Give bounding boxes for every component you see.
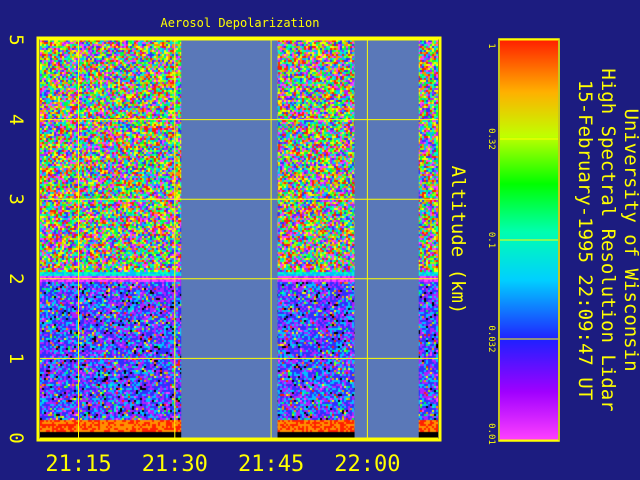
side-title-2: High Spectral Resolution Lidar — [597, 68, 619, 411]
x-tick-label: 21:30 — [142, 452, 208, 477]
colorbar-tick-label: 0.01 — [486, 423, 496, 445]
y-tick-label: 4 — [5, 114, 27, 125]
y-tick-label: 2 — [5, 273, 27, 284]
y-tick-label: 1 — [5, 353, 27, 364]
side-title-line3: 15-February-1995 22:09:47 UT — [574, 80, 596, 400]
colorbar-tick-label: 0.1 — [486, 232, 496, 248]
side-title-line2: High Spectral Resolution Lidar — [597, 68, 619, 411]
side-title-line1: University of Wisconsin — [620, 108, 640, 371]
colorbar-tick-label: 0.32 — [486, 128, 496, 150]
y-axis-ticks: 0 1 2 3 4 5 — [5, 34, 27, 443]
colorbar-tick-label: 0.032 — [486, 325, 496, 352]
side-title-3: 15-February-1995 22:09:47 UT — [574, 80, 596, 400]
x-tick-label: 22:00 — [334, 452, 400, 477]
data-gap — [354, 40, 419, 438]
y-tick-label: 3 — [5, 193, 27, 204]
x-tick-label: 21:15 — [45, 452, 111, 477]
lidar-chart: Aerosol Depolarization 0 1 2 3 4 5 21:15 21:30… — [5, 16, 640, 477]
chart-title: Aerosol Depolarization — [161, 16, 320, 30]
x-tick-label: 21:45 — [238, 452, 304, 477]
colorbar-tick-label: 1 — [486, 43, 496, 48]
data-gap — [181, 40, 278, 438]
y-tick-label: 0 — [5, 432, 27, 443]
y-tick-label: 5 — [5, 34, 27, 45]
y-axis-label: Altitude (km) — [447, 166, 469, 315]
x-axis-ticks: 21:15 21:30 21:45 22:00 — [45, 452, 400, 477]
side-title: University of Wisconsin — [620, 108, 640, 371]
